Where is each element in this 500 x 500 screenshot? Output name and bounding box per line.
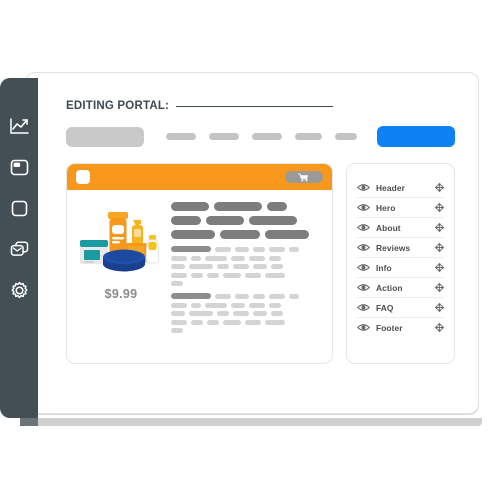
- text-line: [171, 264, 322, 269]
- toolbar-pill[interactable]: [252, 133, 282, 140]
- toolbar-pill[interactable]: [295, 133, 322, 140]
- editor-main: $9.99 Header Hero About Reviews Info Act…: [66, 163, 455, 364]
- headline-row: [171, 202, 322, 211]
- preview-copy-area: [165, 202, 322, 363]
- text-line: [171, 328, 322, 333]
- headline-block: [249, 216, 297, 225]
- eye-icon[interactable]: [356, 243, 370, 252]
- toolbar-action-button[interactable]: [377, 126, 455, 147]
- text-line: [171, 255, 322, 261]
- toolbar-pill[interactable]: [335, 133, 357, 140]
- toolbar-pill-group: [166, 133, 357, 140]
- product-price: $9.99: [104, 287, 138, 301]
- section-label: Footer: [375, 322, 403, 333]
- window-base-tab: [20, 418, 38, 426]
- section-label: Action: [375, 282, 403, 293]
- sidebar-item-reviews[interactable]: Reviews: [356, 238, 444, 258]
- section-label: About: [375, 222, 401, 233]
- editor-content: EDITING PORTAL: $9.99 Header Hero About …: [38, 72, 477, 412]
- app-sidebar: [0, 78, 38, 418]
- move-icon[interactable]: [435, 243, 444, 252]
- text-line: [171, 302, 322, 308]
- eye-icon[interactable]: [356, 203, 370, 212]
- blank-page-icon[interactable]: [9, 198, 30, 219]
- section-label: Hero: [375, 202, 396, 213]
- move-icon[interactable]: [435, 203, 444, 212]
- sidebar-item-footer[interactable]: Footer: [356, 318, 444, 337]
- toolbar-primary-block[interactable]: [66, 126, 144, 147]
- eye-icon[interactable]: [356, 263, 370, 272]
- layout-header-icon[interactable]: [9, 157, 30, 178]
- text-line: [171, 311, 322, 316]
- cleaning-products-illustration: [78, 202, 164, 280]
- headline-block: [171, 230, 215, 239]
- section-label: FAQ: [375, 302, 394, 313]
- headline-block: [206, 216, 244, 225]
- eye-icon[interactable]: [356, 223, 370, 232]
- section-label: Reviews: [375, 242, 411, 253]
- window-base-shadow: [20, 418, 482, 426]
- preview-body: $9.99: [67, 190, 332, 363]
- gear-icon[interactable]: [9, 280, 30, 301]
- text-line: [171, 272, 322, 278]
- sidebar-item-header[interactable]: Header: [356, 178, 444, 198]
- editor-toolbar: [66, 126, 455, 147]
- sidebar-item-action[interactable]: Action: [356, 278, 444, 298]
- page-title-row: EDITING PORTAL:: [66, 100, 455, 112]
- toolbar-pill[interactable]: [166, 133, 196, 140]
- sections-panel: Header Hero About Reviews Info Action FA…: [345, 163, 455, 364]
- move-icon[interactable]: [435, 183, 444, 192]
- text-line: [171, 293, 322, 299]
- page-title: EDITING PORTAL:: [66, 100, 170, 112]
- section-label: Info: [375, 262, 392, 273]
- paragraph-placeholder: [171, 246, 322, 286]
- site-preview-card: $9.99: [66, 163, 333, 364]
- eye-icon[interactable]: [356, 303, 370, 312]
- text-line: [171, 281, 322, 286]
- headline-row: [171, 230, 322, 239]
- headline-block: [214, 202, 262, 211]
- sidebar-item-info[interactable]: Info: [356, 258, 444, 278]
- headline-placeholder-group: [171, 202, 322, 239]
- sidebar-item-about[interactable]: About: [356, 218, 444, 238]
- headline-block: [220, 230, 260, 239]
- sidebar-item-faq[interactable]: FAQ: [356, 298, 444, 318]
- text-line: [171, 246, 322, 252]
- section-label: Header: [375, 182, 405, 193]
- headline-block: [171, 202, 209, 211]
- screenshot-root: EDITING PORTAL: $9.99 Header Hero About …: [0, 0, 500, 500]
- eye-icon[interactable]: [356, 183, 370, 192]
- product-block: $9.99: [77, 202, 165, 363]
- headline-block: [171, 216, 201, 225]
- mail-stack-icon[interactable]: [9, 239, 30, 260]
- headline-row: [171, 216, 322, 225]
- analytics-chart-icon[interactable]: [9, 116, 30, 137]
- sidebar-item-hero[interactable]: Hero: [356, 198, 444, 218]
- eye-icon[interactable]: [356, 323, 370, 332]
- toolbar-pill[interactable]: [209, 133, 239, 140]
- headline-block: [267, 202, 287, 211]
- move-icon[interactable]: [435, 303, 444, 312]
- eye-icon[interactable]: [356, 283, 370, 292]
- preview-header-bar: [67, 164, 332, 190]
- headline-block: [265, 230, 309, 239]
- move-icon[interactable]: [435, 323, 444, 332]
- text-line: [171, 319, 322, 325]
- move-icon[interactable]: [435, 223, 444, 232]
- move-icon[interactable]: [435, 263, 444, 272]
- page-title-blank-line: [176, 106, 334, 107]
- shopping-cart-icon[interactable]: [284, 171, 323, 183]
- move-icon[interactable]: [435, 283, 444, 292]
- paragraph-placeholder: [171, 293, 322, 333]
- preview-logo-placeholder[interactable]: [76, 170, 90, 184]
